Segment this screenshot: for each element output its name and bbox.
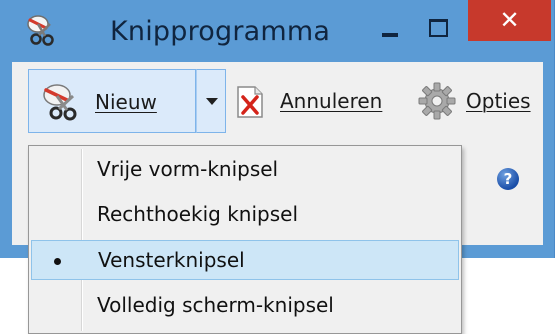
minimize-button[interactable] [372,14,410,44]
new-snip-dropdown-button[interactable] [196,69,226,133]
maximize-button[interactable] [420,14,458,44]
chevron-down-icon [206,98,218,105]
new-snip-label: Nieuw [95,90,157,114]
radio-bullet-icon [54,258,61,265]
cancel-button[interactable]: Annuleren [232,69,410,133]
options-button[interactable]: Opties [416,69,541,133]
close-icon: ✕ [499,6,520,34]
app-icon [27,15,54,46]
window-title: Knipprogramma [110,16,331,47]
menu-item-full-screen[interactable]: Volledig scherm-knipsel [31,285,459,325]
menu-item-rectangular[interactable]: Rechthoekig knipsel [31,194,459,234]
toolbar: Nieuw Annuleren Opties [12,62,543,142]
gear-icon [418,82,456,120]
help-icon[interactable]: ? [497,168,519,190]
new-snip-dropdown-menu: Vrije vorm-knipsel Rechthoekig knipsel V… [28,145,462,334]
menu-item-label: Volledig scherm-knipsel [97,293,334,317]
menu-item-free-form[interactable]: Vrije vorm-knipsel [31,149,459,189]
menu-item-label: Vensterknipsel [98,248,245,272]
cancel-icon [237,86,263,118]
menu-item-label: Vrije vorm-knipsel [97,157,279,181]
title-bar[interactable]: Knipprogramma ✕ [0,0,555,62]
menu-item-window[interactable]: Vensterknipsel [31,240,459,280]
new-snip-icon [43,84,77,121]
cancel-label: Annuleren [280,89,383,113]
new-snip-button[interactable]: Nieuw [28,69,196,133]
close-button[interactable]: ✕ [468,0,551,41]
menu-item-label: Rechthoekig knipsel [97,202,299,226]
options-label: Opties [466,89,531,113]
